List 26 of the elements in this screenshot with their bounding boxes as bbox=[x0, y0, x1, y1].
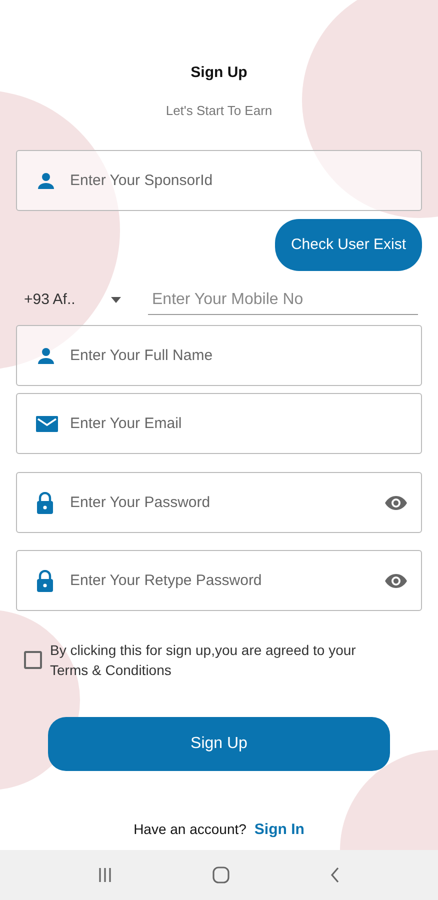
sign-up-button[interactable]: Sign Up bbox=[48, 716, 390, 771]
input-field[interactable]: Enter Your Password bbox=[16, 472, 422, 533]
person-icon bbox=[36, 346, 56, 366]
input-field[interactable]: Enter Your Retype Password bbox=[16, 550, 422, 611]
mobile-input-field[interactable]: Enter Your Mobile No bbox=[148, 286, 418, 314]
eye-icon[interactable] bbox=[384, 572, 408, 588]
back-icon[interactable] bbox=[328, 867, 341, 883]
lock-icon bbox=[36, 570, 54, 592]
input-field[interactable]: Enter Your Email bbox=[16, 393, 422, 454]
person-icon bbox=[36, 170, 56, 190]
country-code-select[interactable]: +93 Af.. bbox=[24, 288, 76, 312]
home-icon[interactable] bbox=[212, 866, 230, 884]
eye-icon[interactable] bbox=[384, 494, 408, 510]
page-subtitle: Let's Start To Earn bbox=[164, 102, 274, 120]
check-user-button[interactable]: Check User Exist bbox=[274, 219, 422, 271]
have-account-text: Have an account? bbox=[134, 820, 246, 840]
input-field[interactable]: Enter Your SponsorId bbox=[16, 150, 422, 211]
recent-apps-icon[interactable] bbox=[97, 867, 114, 883]
lock-icon bbox=[36, 492, 54, 514]
mail-icon bbox=[36, 414, 58, 432]
input-field[interactable]: Enter Your Full Name bbox=[16, 325, 422, 386]
page-title: Sign Up bbox=[190, 63, 248, 83]
terms-checkbox[interactable] bbox=[24, 651, 42, 670]
dropdown-caret-icon[interactable] bbox=[111, 297, 122, 303]
terms-text: By clicking this for sign up,you are agreed to your Terms & Conditions bbox=[50, 641, 357, 680]
sign-in-link[interactable]: Sign In bbox=[254, 818, 304, 842]
